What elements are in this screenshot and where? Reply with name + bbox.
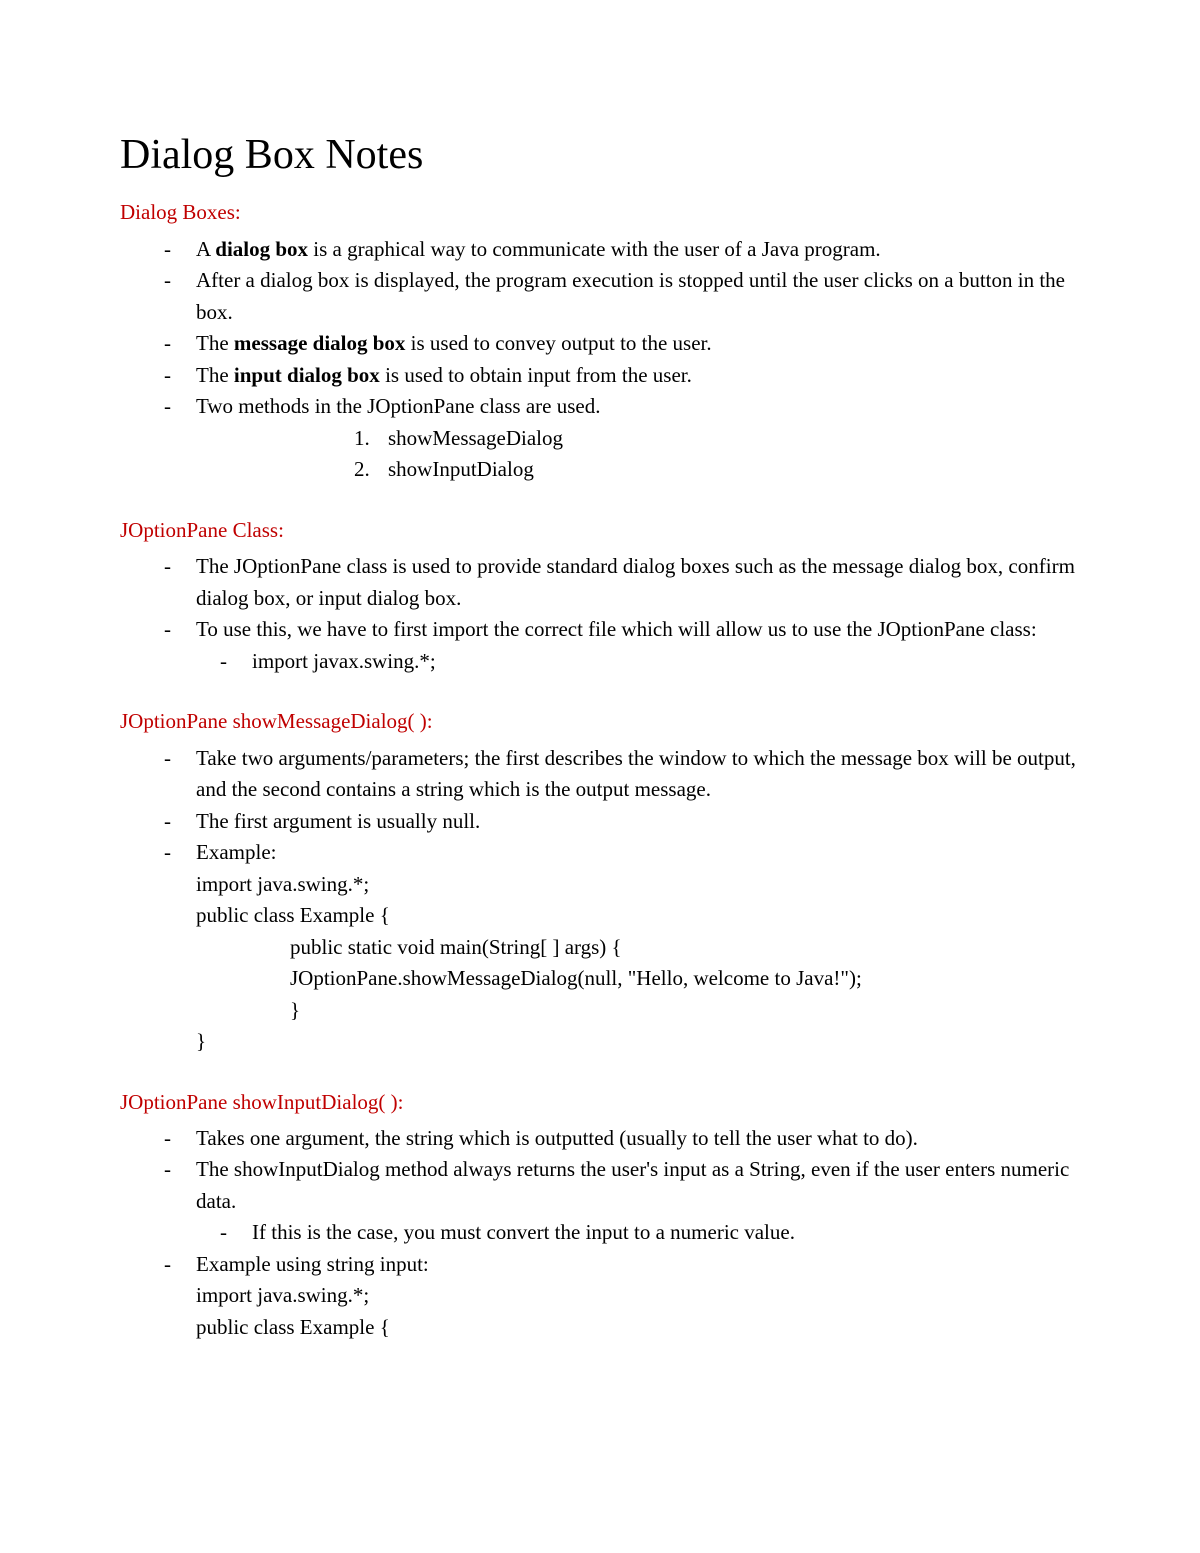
section-header-show-input-dialog: JOptionPane showInputDialog( ): xyxy=(120,1088,1080,1117)
sub-bullet-list: If this is the case, you must convert th… xyxy=(196,1217,1080,1249)
list-item: showInputDialog xyxy=(388,454,1080,486)
list-item: To use this, we have to first import the… xyxy=(196,614,1080,677)
list-item: If this is the case, you must convert th… xyxy=(252,1217,1080,1249)
list-item: Two methods in the JOptionPane class are… xyxy=(196,391,1080,423)
code-line: JOptionPane.showMessageDialog(null, "Hel… xyxy=(196,963,1080,995)
section-header-show-message-dialog: JOptionPane showMessageDialog( ): xyxy=(120,707,1080,736)
page-title: Dialog Box Notes xyxy=(120,130,1080,180)
section-header-joptionpane-class: JOptionPane Class: xyxy=(120,516,1080,545)
list-item: After a dialog box is displayed, the pro… xyxy=(196,265,1080,328)
bullet-list: Takes one argument, the string which is … xyxy=(120,1123,1080,1344)
text: Example: xyxy=(196,840,276,864)
text: is used to obtain input from the user. xyxy=(380,363,692,387)
code-line: public static void main(String[ ] args) … xyxy=(196,932,1080,964)
text: To use this, we have to first import the… xyxy=(196,617,1037,641)
list-item: Example using string input: import java.… xyxy=(196,1249,1080,1344)
list-item: A dialog box is a graphical way to commu… xyxy=(196,234,1080,266)
numbered-list: showMessageDialog showInputDialog xyxy=(120,423,1080,486)
code-line: public class Example { xyxy=(196,1312,1080,1344)
list-item: Example: import java.swing.*; public cla… xyxy=(196,837,1080,1058)
bullet-list: The JOptionPane class is used to provide… xyxy=(120,551,1080,677)
bold-text: message dialog box xyxy=(234,331,406,355)
bold-text: input dialog box xyxy=(234,363,380,387)
text: The xyxy=(196,363,234,387)
bullet-list: Take two arguments/parameters; the first… xyxy=(120,743,1080,1058)
bullet-list: A dialog box is a graphical way to commu… xyxy=(120,234,1080,423)
list-item: showMessageDialog xyxy=(388,423,1080,455)
code-line: } xyxy=(196,1026,1080,1058)
text: is a graphical way to communicate with t… xyxy=(308,237,881,261)
code-line: import java.swing.*; xyxy=(196,1280,1080,1312)
code-line: public class Example { xyxy=(196,900,1080,932)
list-item: The showInputDialog method always return… xyxy=(196,1154,1080,1249)
document-page: Dialog Box Notes Dialog Boxes: A dialog … xyxy=(0,0,1200,1553)
text: The showInputDialog method always return… xyxy=(196,1157,1069,1213)
bold-text: dialog box xyxy=(215,237,308,261)
list-item: Takes one argument, the string which is … xyxy=(196,1123,1080,1155)
text: The xyxy=(196,331,234,355)
code-line: } xyxy=(196,995,1080,1027)
list-item: Take two arguments/parameters; the first… xyxy=(196,743,1080,806)
text: Example using string input: xyxy=(196,1252,429,1276)
section-header-dialog-boxes: Dialog Boxes: xyxy=(120,198,1080,227)
sub-bullet-list: import javax.swing.*; xyxy=(196,646,1080,678)
code-line: import java.swing.*; xyxy=(196,869,1080,901)
list-item: The JOptionPane class is used to provide… xyxy=(196,551,1080,614)
list-item: The first argument is usually null. xyxy=(196,806,1080,838)
list-item: The message dialog box is used to convey… xyxy=(196,328,1080,360)
text: A xyxy=(196,237,215,261)
list-item: import javax.swing.*; xyxy=(252,646,1080,678)
text: is used to convey output to the user. xyxy=(405,331,711,355)
list-item: The input dialog box is used to obtain i… xyxy=(196,360,1080,392)
